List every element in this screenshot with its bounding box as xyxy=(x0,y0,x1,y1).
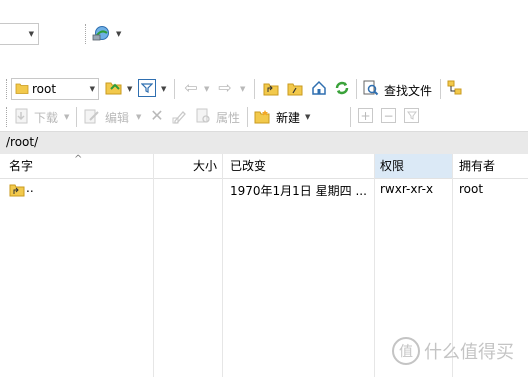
file-permissions: rwxr-xr-x xyxy=(380,182,434,196)
root-folder-icon[interactable] xyxy=(286,79,304,97)
download-icon[interactable] xyxy=(13,107,31,125)
column-size-label: 大小 xyxy=(192,159,217,173)
tree-view-icon[interactable] xyxy=(446,79,464,97)
toolbar-grip xyxy=(6,107,10,127)
delete-icon[interactable]: ✕ xyxy=(148,107,166,125)
properties-button[interactable]: 属性 xyxy=(216,109,240,126)
column-header-permissions[interactable]: 权限 xyxy=(374,154,452,178)
toolbar-separator xyxy=(350,107,351,127)
watermark-glyph: 值 xyxy=(399,344,413,360)
column-header-name[interactable]: 名字 ^ xyxy=(0,154,153,178)
file-name: .. xyxy=(26,181,34,195)
drive-dropdown[interactable]: ▼ xyxy=(0,23,39,45)
navigation-toolbar: root ▼ ▼ ▼ ⇦ ▼ ⇨ ▼ 查找文件 xyxy=(0,75,528,103)
top-toolbar: ▼ ▼ xyxy=(0,0,528,70)
find-files-button[interactable]: 查找文件 xyxy=(384,82,432,99)
edit-icon[interactable] xyxy=(83,107,101,125)
toolbar-separator xyxy=(76,107,77,127)
filter-box-icon[interactable] xyxy=(404,108,419,123)
new-folder-icon[interactable] xyxy=(253,107,271,125)
back-arrow-icon[interactable]: ⇦ xyxy=(182,80,200,96)
parent-folder-icon[interactable] xyxy=(262,79,280,97)
toolbar-separator xyxy=(356,79,357,99)
chevron-down-icon[interactable]: ▼ xyxy=(305,113,310,121)
watermark-text: 什么值得买 xyxy=(424,342,514,363)
refresh-icon[interactable] xyxy=(333,79,351,97)
file-actions-toolbar: 下载 ▼ 编辑 ▼ ✕ 属性 新建 ▼ + − xyxy=(0,103,528,130)
chevron-down-icon[interactable]: ▼ xyxy=(204,85,209,93)
watermark: 值 什么值得买 xyxy=(392,337,514,365)
minus-box-icon[interactable]: − xyxy=(381,108,396,123)
column-name-label: 名字 xyxy=(9,159,34,173)
parent-directory-icon xyxy=(9,182,25,198)
chevron-down-icon[interactable]: ▼ xyxy=(240,85,245,93)
file-modified: 1970年1月1日 星期四 ... xyxy=(230,184,367,198)
new-button[interactable]: 新建 xyxy=(276,109,300,126)
chevron-down-icon[interactable]: ▼ xyxy=(64,113,69,121)
toolbar-separator xyxy=(174,79,175,99)
forward-arrow-icon[interactable]: ⇨ xyxy=(216,80,234,96)
chevron-down-icon: ▼ xyxy=(28,30,34,38)
column-modified-label: 已改变 xyxy=(230,159,267,173)
file-list-header: 名字 ^ 大小 已改变 权限 拥有者 xyxy=(0,154,528,179)
network-drive-icon[interactable] xyxy=(91,23,111,43)
folder-icon xyxy=(15,81,29,95)
filter-icon[interactable] xyxy=(138,79,156,97)
location-combobox[interactable]: root ▼ xyxy=(11,78,99,100)
chevron-down-icon[interactable]: ▼ xyxy=(161,85,166,93)
find-files-icon[interactable] xyxy=(362,79,380,97)
download-button[interactable]: 下载 xyxy=(34,109,58,126)
sort-ascending-icon: ^ xyxy=(74,154,83,165)
plus-box-icon[interactable]: + xyxy=(358,108,373,123)
current-path: /root/ xyxy=(6,135,39,149)
rename-icon[interactable] xyxy=(171,107,189,125)
column-owner-label: 拥有者 xyxy=(459,159,496,173)
column-header-size[interactable]: 大小 xyxy=(153,154,221,178)
toolbar-separator xyxy=(440,79,441,99)
toolbar-separator xyxy=(254,79,255,99)
chevron-down-icon[interactable]: ▼ xyxy=(116,30,121,38)
toolbar-separator xyxy=(247,107,248,127)
column-header-modified[interactable]: 已改变 xyxy=(222,154,374,178)
chevron-down-icon[interactable]: ▼ xyxy=(127,85,132,93)
column-permissions-label: 权限 xyxy=(380,159,405,173)
location-value: root xyxy=(32,82,57,96)
file-owner: root xyxy=(459,182,484,196)
column-header-owner[interactable]: 拥有者 xyxy=(453,154,528,178)
properties-icon[interactable] xyxy=(194,107,212,125)
chevron-down-icon: ▼ xyxy=(89,85,95,93)
edit-button[interactable]: 编辑 xyxy=(105,109,129,126)
chevron-down-icon[interactable]: ▼ xyxy=(136,113,141,121)
open-folder-icon[interactable] xyxy=(104,78,124,98)
home-icon[interactable] xyxy=(310,79,328,97)
watermark-logo-icon: 值 xyxy=(392,337,420,365)
toolbar-grip xyxy=(85,24,89,44)
table-row[interactable]: .. 1970年1月1日 星期四 ... rwxr-xr-x root xyxy=(0,179,528,199)
toolbar-grip xyxy=(6,79,10,99)
